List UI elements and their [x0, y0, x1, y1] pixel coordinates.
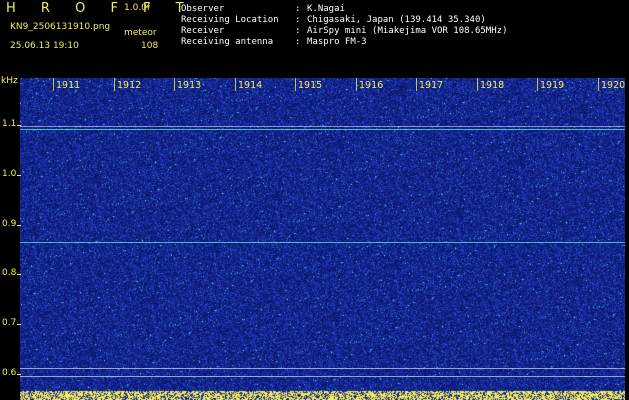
x-tick-label: 1919	[540, 80, 565, 91]
x-tick-mark	[598, 78, 599, 91]
x-tick-label: 1917	[419, 80, 444, 91]
y-tick-label: 0.8	[2, 268, 17, 278]
x-tick-label: 1915	[298, 80, 323, 91]
meta-location: Receiving Location: Chigasaki, Japan (139…	[181, 15, 486, 26]
x-tick-mark	[356, 78, 357, 91]
meta-label: Receiving Location	[181, 15, 279, 25]
y-tick-label: 1.0	[2, 169, 17, 179]
meta-value: AirSpy mini (Miakejima VOR 108.65MHz)	[307, 26, 508, 36]
x-tick-label: 1920	[601, 80, 626, 91]
meta-separator: :	[295, 26, 301, 36]
x-tick-label: 1916	[359, 80, 384, 91]
y-tick-label: 0.7	[2, 318, 17, 328]
y-tick-mark	[17, 324, 21, 325]
meta-observer: Observer: K.Nagai	[181, 4, 345, 15]
x-tick-mark	[537, 78, 538, 91]
x-tick-mark	[477, 78, 478, 91]
meta-label: Observer	[181, 4, 225, 14]
meta-value: Chigasaki, Japan (139.414 35.340)	[307, 15, 486, 25]
meta-separator: :	[295, 15, 301, 25]
y-tick-label: 1.1	[2, 119, 17, 129]
reference-line-lower-1	[20, 368, 625, 369]
spectrogram-plot[interactable]	[20, 78, 625, 400]
meteor-count: 108	[141, 41, 159, 51]
meta-separator: :	[295, 4, 301, 14]
x-tick-mark	[114, 78, 115, 91]
reference-line-lower-2	[20, 376, 625, 377]
meta-receiver: Receiver: AirSpy mini (Miakejima VOR 108.…	[181, 26, 507, 37]
x-tick-mark	[295, 78, 296, 91]
y-tick-label: 0.6	[2, 368, 17, 378]
x-tick-mark	[235, 78, 236, 91]
x-tick-label: 1911	[56, 80, 81, 91]
y-axis-unit: kHz	[1, 76, 18, 86]
meta-value: Maspro FM-3	[307, 37, 367, 47]
app-version: 1.0.0f	[124, 3, 151, 13]
file-name: KN9_2506131910.png	[10, 22, 111, 32]
x-tick-mark	[174, 78, 175, 91]
carrier-trace-upper	[20, 129, 625, 130]
reference-line-upper	[20, 126, 625, 127]
x-tick-mark	[416, 78, 417, 91]
x-tick-label: 1918	[480, 80, 505, 91]
meta-value: K.Nagai	[307, 4, 345, 14]
carrier-trace-lower	[20, 242, 625, 243]
y-tick-label: 0.9	[2, 219, 17, 229]
x-tick-label: 1912	[117, 80, 142, 91]
meta-label: Receiving antenna	[181, 37, 274, 47]
y-tick-mark	[17, 225, 21, 226]
x-tick-mark	[53, 78, 54, 91]
meta-label: Receiver	[181, 26, 225, 36]
meta-separator: :	[295, 37, 301, 47]
y-tick-mark	[17, 374, 21, 375]
x-tick-label: 1914	[238, 80, 263, 91]
x-tick-label: 1913	[177, 80, 202, 91]
meta-antenna: Receiving antenna: Maspro FM-3	[181, 37, 367, 48]
y-tick-mark	[17, 274, 21, 275]
app-logo: H R O F F T	[6, 1, 195, 16]
observation-mode: meteor	[124, 28, 157, 38]
y-tick-mark	[17, 175, 21, 176]
y-tick-mark	[17, 125, 21, 126]
date-time: 25.06.13 19:10	[10, 41, 79, 51]
